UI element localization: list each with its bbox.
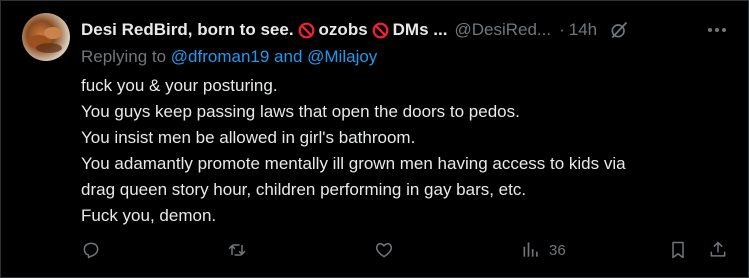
bookmark-button[interactable] [668,237,688,263]
like-icon [375,243,393,258]
replying-to-users[interactable]: @dfroman19 and @Milajoy [171,47,378,66]
avatar-image-part [44,27,62,39]
replying-to: Replying to @dfroman19 and @Milajoy [81,47,377,67]
tweet-text-line: You adamantly promote mentally ill grown… [81,154,626,173]
retweet-icon [228,244,246,256]
no-entry-icon [372,22,389,38]
bookmark-icon [672,241,684,259]
user-handle[interactable]: @DesiRed... [454,20,551,40]
share-button[interactable] [708,237,728,263]
tweet-text: fuck you & your posturing. You guys keep… [81,73,731,229]
tweet-text-line: drag queen story hour, children performi… [81,180,527,199]
tweet-text-line: Fuck you, demon. [81,206,217,225]
replying-prefix: Replying to [81,47,167,66]
timestamp[interactable]: 14h [569,20,597,40]
display-name-part[interactable]: ozobs [319,20,368,40]
more-icon[interactable] [705,19,729,41]
views-count: 36 [549,241,566,259]
display-name-part[interactable]: DMs ... [393,20,448,40]
share-icon [710,241,726,257]
tweet-card[interactable]: Desi RedBird, born to see. ozobs DMs ...… [0,0,749,278]
tweet-text-line: You guys keep passing laws that open the… [81,102,520,121]
reply-button[interactable] [81,237,101,263]
views-button[interactable]: 36 [521,237,566,263]
tweet-text-line: fuck you & your posturing. [81,76,278,95]
tweet-text-line: You insist men be allowed in girl's bath… [81,128,416,147]
like-button[interactable] [374,237,394,263]
avatar-image-part [36,43,62,53]
views-icon [523,242,538,257]
reply-icon [83,242,99,259]
avatar[interactable] [22,13,70,61]
tweet-header: Desi RedBird, born to see. ozobs DMs ...… [81,19,726,41]
no-entry-icon [298,22,314,38]
retweet-button[interactable] [227,237,247,263]
separator-dot: · [559,20,565,39]
display-name[interactable]: Desi RedBird, born to see. [81,20,294,40]
action-bar: 36 [81,237,731,263]
grok-icon[interactable] [609,20,629,40]
